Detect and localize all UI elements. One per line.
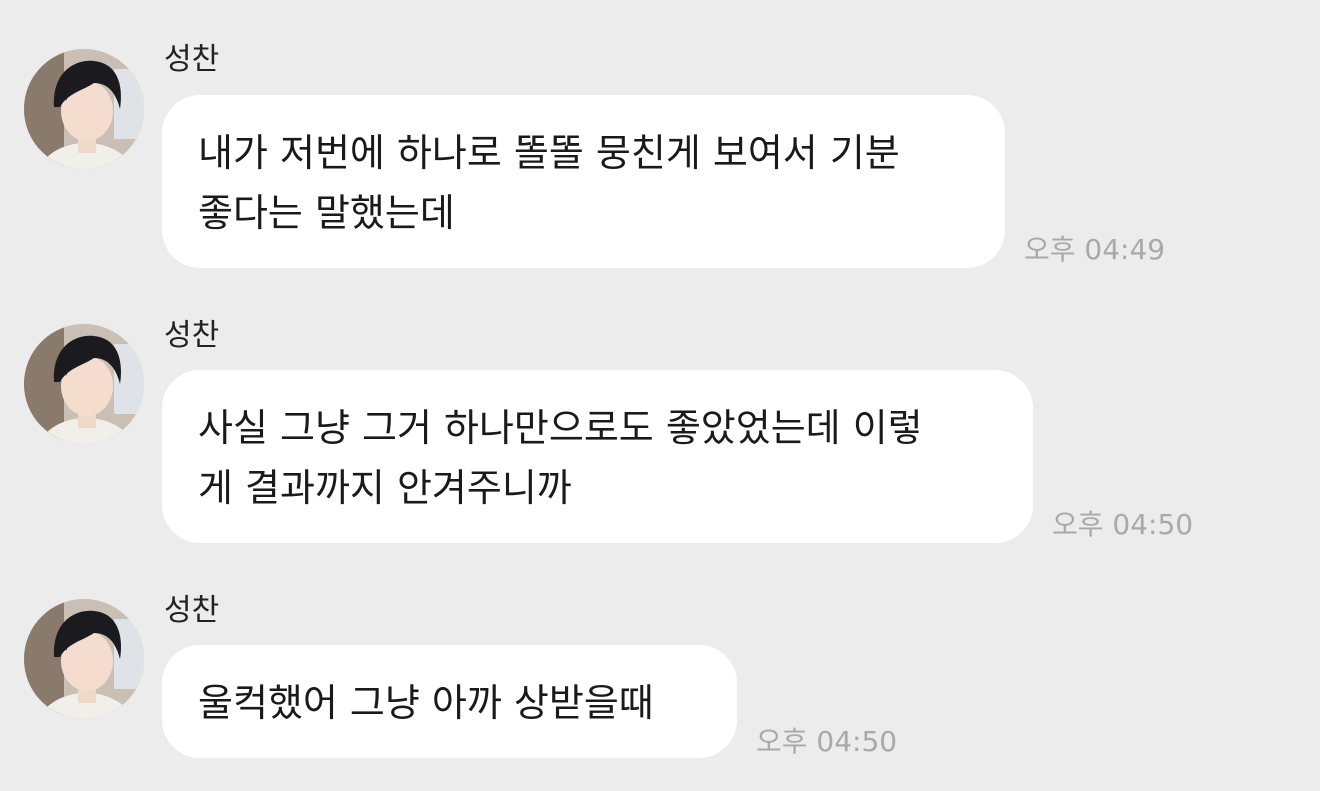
message-bubble[interactable]: 사실 그냥 그거 하나만으로도 좋았었는데 이렇 게 결과까지 안겨주니까 xyxy=(162,370,1033,543)
sender-name: 성찬 xyxy=(164,593,220,628)
message-timestamp: 오후 04:49 xyxy=(1024,233,1166,266)
sender-name: 성찬 xyxy=(164,318,220,353)
chat-thread: 성찬 내가 저번에 하나로 똘똘 뭉친게 보여서 기분 좋다는 말했는데 오후 … xyxy=(0,0,1320,791)
message-bubble[interactable]: 울컥했어 그냥 아까 상받을때 xyxy=(162,645,737,758)
avatar[interactable] xyxy=(24,49,144,169)
message-bubble[interactable]: 내가 저번에 하나로 똘똘 뭉친게 보여서 기분 좋다는 말했는데 xyxy=(162,95,1005,268)
avatar[interactable] xyxy=(24,599,144,719)
message-timestamp: 오후 04:50 xyxy=(756,725,898,758)
message-timestamp: 오후 04:50 xyxy=(1052,508,1194,541)
avatar[interactable] xyxy=(24,324,144,444)
sender-name: 성찬 xyxy=(164,42,220,77)
